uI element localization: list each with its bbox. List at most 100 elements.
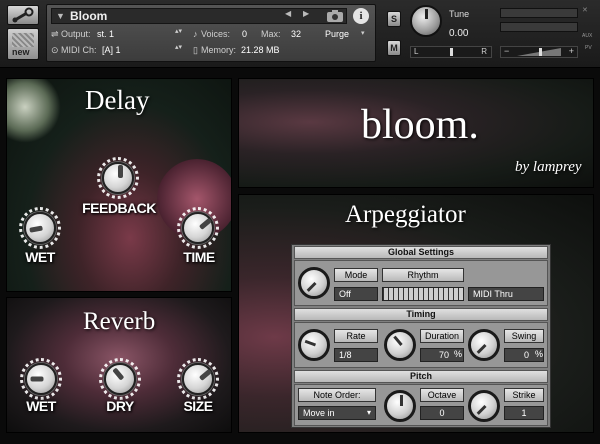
- memory-value: 21.28 MB: [241, 45, 280, 55]
- midi-arrows-icon[interactable]: ▴▾: [175, 43, 182, 51]
- camera-icon: [327, 10, 343, 22]
- reverb-wet-label: WET: [26, 398, 56, 414]
- solo-button[interactable]: S: [387, 11, 401, 27]
- reverb-wet-knob[interactable]: [25, 363, 57, 395]
- voices-value: 0: [242, 29, 248, 39]
- purge-arrow-icon[interactable]: ▾: [361, 29, 365, 37]
- voices-label: Voices:: [201, 29, 231, 39]
- swing-knob[interactable]: [468, 329, 500, 361]
- pan-slider[interactable]: L R: [410, 46, 492, 58]
- output-label: Output:: [61, 29, 91, 39]
- reverb-dry-knob[interactable]: [104, 363, 136, 395]
- memory-icon: ▯: [193, 45, 198, 55]
- info-icon[interactable]: i: [353, 8, 369, 24]
- arpeggiator-controls: Global Settings Mode Off Rhythm MIDI Thr…: [291, 244, 551, 428]
- reverb-title: Reverb: [83, 308, 156, 335]
- close-icon[interactable]: ✕: [582, 6, 588, 14]
- pan-left-label: L: [414, 47, 419, 56]
- new-snapshot-button[interactable]: new: [7, 28, 39, 60]
- octave-label: Octave: [420, 388, 464, 402]
- max-voices-value[interactable]: 32: [291, 29, 301, 39]
- pan-handle[interactable]: [450, 48, 453, 56]
- delay-wet-label: WET: [25, 249, 55, 265]
- camera-button[interactable]: [325, 8, 345, 24]
- feedback-knob[interactable]: [102, 162, 134, 194]
- snapshot-icon: [12, 33, 34, 47]
- pitch-header: Pitch: [294, 370, 548, 383]
- delay-title: Delay: [85, 85, 150, 115]
- next-instrument-icon[interactable]: ▶: [303, 9, 309, 18]
- reverb-dry-label: DRY: [106, 398, 134, 414]
- rate-value[interactable]: 1/8: [334, 348, 378, 362]
- tune-value: 0.00: [449, 28, 469, 39]
- strike-label: Strike: [504, 388, 544, 402]
- level-meter-left: [500, 8, 578, 18]
- prev-instrument-icon[interactable]: ◀: [285, 9, 291, 18]
- aux-label[interactable]: AUX: [582, 33, 592, 39]
- voices-icon: ♪: [193, 29, 198, 39]
- bloom-title-panel: bloom. by lamprey: [238, 78, 594, 188]
- volume-plus-label: +: [568, 46, 574, 56]
- swing-label: Swing: [504, 329, 544, 343]
- delay-time-label: TIME: [183, 249, 215, 265]
- new-label: new: [12, 47, 30, 57]
- note-order-label: Note Order:: [298, 388, 376, 402]
- midi-channel-label: MIDI Ch:: [61, 45, 97, 55]
- duration-knob[interactable]: [384, 329, 416, 361]
- duration-label: Duration: [420, 329, 464, 343]
- max-voices-label: Max:: [261, 29, 281, 39]
- volume-handle[interactable]: [539, 48, 542, 56]
- mode-knob[interactable]: [298, 267, 330, 299]
- volume-minus-label: −: [504, 46, 510, 56]
- pan-right-label: R: [481, 47, 487, 56]
- purge-dropdown[interactable]: Purge: [325, 29, 349, 39]
- midi-thru-button[interactable]: MIDI Thru: [468, 287, 544, 301]
- swing-unit: %: [535, 349, 544, 359]
- tune-knob-indicator: [425, 9, 428, 19]
- timing-header: Timing: [294, 308, 548, 321]
- output-value[interactable]: st. 1: [97, 29, 114, 39]
- global-settings-header: Global Settings: [294, 246, 548, 259]
- note-order-value: Move in: [303, 408, 335, 418]
- strike-knob[interactable]: [468, 390, 500, 422]
- delay-time-knob[interactable]: [182, 212, 214, 244]
- mute-button[interactable]: M: [387, 40, 401, 56]
- bloom-logo: bloom.: [361, 102, 479, 148]
- reverb-size-knob[interactable]: [182, 363, 214, 395]
- output-arrows-icon[interactable]: ▴▾: [175, 27, 182, 35]
- output-icon: ⇌: [51, 29, 59, 39]
- delay-wet-knob[interactable]: [24, 212, 56, 244]
- reverb-panel: Reverb WET DRY SIZE: [6, 297, 232, 433]
- tune-knob[interactable]: [410, 5, 442, 37]
- leaf-decoration: [7, 79, 67, 149]
- reverb-size-label: SIZE: [183, 398, 213, 414]
- rhythm-button[interactable]: Rhythm: [382, 268, 464, 282]
- rate-label: Rate: [334, 329, 378, 343]
- wrench-icon: [12, 7, 34, 23]
- octave-value[interactable]: 0: [420, 406, 464, 420]
- level-meter-right: [500, 22, 578, 32]
- volume-slider[interactable]: − +: [500, 46, 578, 58]
- midi-channel-value[interactable]: [A] 1: [102, 45, 121, 55]
- octave-knob[interactable]: [384, 390, 416, 422]
- pv-label[interactable]: PV: [585, 45, 592, 51]
- mode-label: Mode: [334, 268, 378, 282]
- instrument-header: new ▼ Bloom ◀ ▶ i ⇌ Output: st. 1 ▴▾ ⊙ M…: [0, 0, 600, 68]
- instrument-info-panel: ▼ Bloom ◀ ▶ i ⇌ Output: st. 1 ▴▾ ⊙ MIDI …: [46, 4, 376, 62]
- strike-value[interactable]: 1: [504, 406, 544, 420]
- feedback-label: FEEDBACK: [82, 200, 156, 216]
- rate-knob[interactable]: [298, 329, 330, 361]
- rhythm-step-display[interactable]: [382, 287, 464, 301]
- tune-label: Tune: [449, 9, 470, 19]
- duration-unit: %: [454, 349, 463, 359]
- mode-value[interactable]: Off: [334, 287, 378, 301]
- instrument-name: Bloom: [70, 9, 108, 23]
- dropdown-arrow-icon: ▾: [366, 408, 371, 417]
- note-order-dropdown[interactable]: Move in ▾: [298, 406, 376, 420]
- wrench-button[interactable]: [7, 5, 39, 25]
- bloom-byline: by lamprey: [515, 159, 582, 175]
- collapse-triangle-icon[interactable]: ▼: [56, 9, 65, 23]
- delay-panel: Delay FEEDBACK WET TIME: [6, 78, 232, 292]
- arpeggiator-title: Arpeggiator: [345, 201, 466, 228]
- midi-icon: ⊙: [51, 45, 59, 55]
